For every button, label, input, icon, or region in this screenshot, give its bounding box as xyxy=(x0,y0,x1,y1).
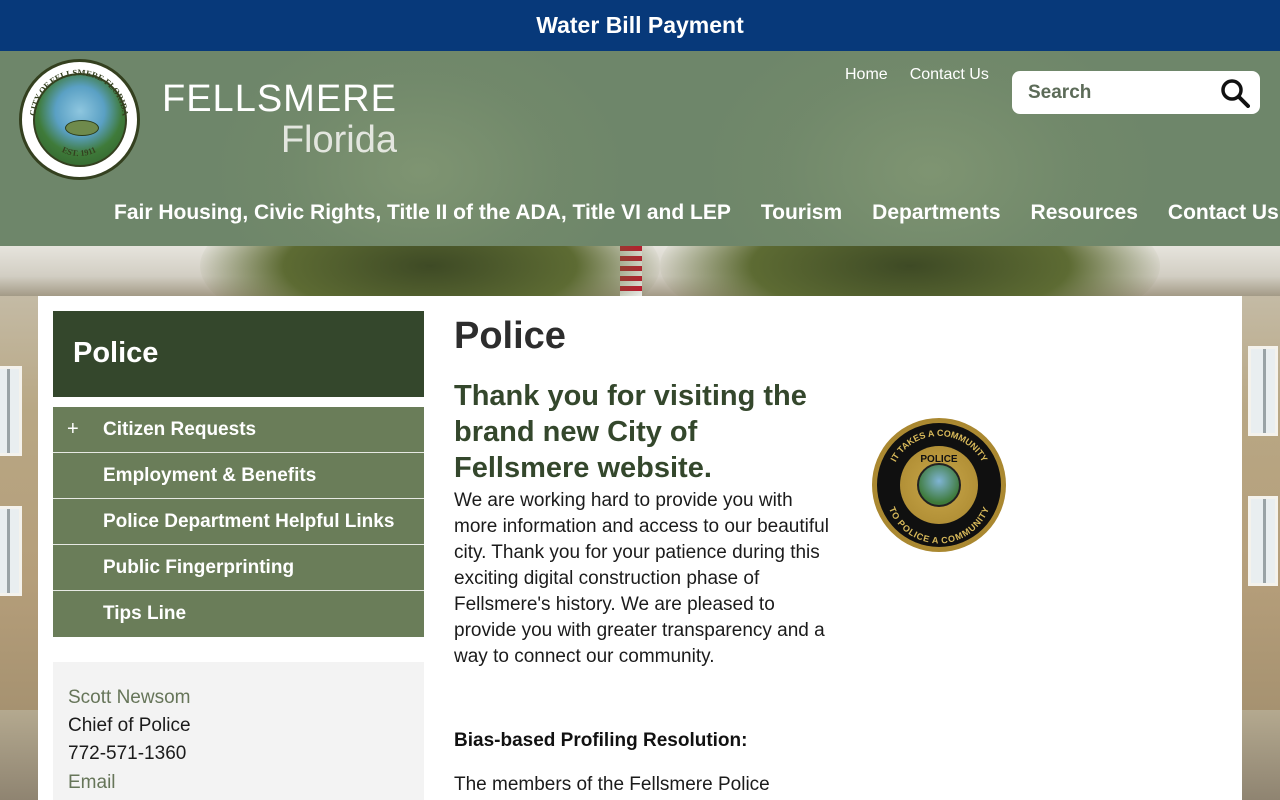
sidebar-item-employment-benefits[interactable]: Employment & Benefits xyxy=(53,453,424,499)
sidebar-heading: Police xyxy=(53,311,424,397)
search-icon[interactable] xyxy=(1220,78,1250,108)
nav-item-fair-housing[interactable]: Fair Housing, Civic Rights, Title II of … xyxy=(114,201,731,225)
nav-item-resources[interactable]: Resources xyxy=(1031,201,1138,225)
building-window xyxy=(0,366,22,456)
bias-paragraph: The members of the Fellsmere Police xyxy=(454,774,770,795)
seal-est-text: EST. 1911 xyxy=(61,144,98,158)
svg-text:TO POLICE A COMMUNITY: TO POLICE A COMMUNITY xyxy=(887,505,991,545)
top-bar: Water Bill Payment xyxy=(0,0,1280,51)
site-title[interactable]: FELLSMERE Florida xyxy=(162,78,397,160)
seal-text: CITY OF FELLSMERE FLORIDA xyxy=(27,67,130,117)
sidebar-item-label: Employment & Benefits xyxy=(103,464,317,486)
utility-link-contact-us[interactable]: Contact Us xyxy=(910,66,989,84)
sidebar-item-citizen-requests[interactable]: + Citizen Requests xyxy=(53,407,424,453)
sidebar-item-label: Citizen Requests xyxy=(103,418,257,440)
main-nav: Fair Housing, Civic Rights, Title II of … xyxy=(114,201,1279,225)
building-window xyxy=(0,506,22,596)
contact-email-link[interactable]: Email xyxy=(68,768,409,798)
utility-nav: Home Contact Us xyxy=(845,66,989,84)
city-seal-logo[interactable]: CITY OF FELLSMERE FLORIDA EST. 1911 xyxy=(19,59,140,180)
site-title-line2: Florida xyxy=(280,119,397,161)
sidebar-item-helpful-links[interactable]: Police Department Helpful Links xyxy=(53,499,424,545)
water-bill-payment-link[interactable]: Water Bill Payment xyxy=(536,12,743,39)
utility-link-home[interactable]: Home xyxy=(845,66,888,84)
badge-bottom-text: TO POLICE A COMMUNITY xyxy=(887,505,991,545)
search-input[interactable] xyxy=(1028,81,1208,104)
building-window xyxy=(1248,496,1278,586)
contact-phone: 772-571-1360 xyxy=(68,743,187,764)
sidebar-item-label: Public Fingerprinting xyxy=(103,556,295,578)
intro-paragraph: We are working hard to provide you with … xyxy=(454,490,829,667)
seal-ring-text: CITY OF FELLSMERE FLORIDA EST. 1911 xyxy=(27,67,130,158)
bias-heading: Bias-based Profiling Resolution: xyxy=(454,730,748,751)
nav-item-contact-us[interactable]: Contact Us xyxy=(1168,201,1279,225)
expand-plus-icon[interactable]: + xyxy=(67,418,79,441)
site-header: CITY OF FELLSMERE FLORIDA EST. 1911 FELL… xyxy=(0,51,1280,246)
building-window xyxy=(1248,346,1278,436)
nav-item-departments[interactable]: Departments xyxy=(872,201,1000,225)
sidebar-menu: + Citizen Requests Employment & Benefits… xyxy=(53,407,424,637)
badge-ring-text: IT TAKES A COMMUNITY TO POLICE A COMMUNI… xyxy=(887,428,991,546)
contact-box: Scott Newsom Chief of Police 772-571-136… xyxy=(53,662,424,800)
svg-text:CITY OF FELLSMERE FLORIDA: CITY OF FELLSMERE FLORIDA xyxy=(27,67,130,117)
content-card: Police + Citizen Requests Employment & B… xyxy=(38,296,1242,800)
welcome-heading: Thank you for visiting the brand new Cit… xyxy=(454,380,807,484)
sidebar-item-label: Police Department Helpful Links xyxy=(103,510,395,532)
contact-title: Chief of Police xyxy=(68,715,191,736)
sidebar-item-label: Tips Line xyxy=(103,603,187,624)
sidebar-item-public-fingerprinting[interactable]: Public Fingerprinting xyxy=(53,545,424,591)
page-title: Police xyxy=(454,315,566,357)
nav-item-tourism[interactable]: Tourism xyxy=(761,201,842,225)
site-title-line1: FELLSMERE xyxy=(162,78,397,120)
search-box xyxy=(1012,71,1260,114)
svg-text:EST. 1911: EST. 1911 xyxy=(61,144,98,158)
badge-center-text: POLICE xyxy=(920,454,958,465)
contact-name: Scott Newsom xyxy=(68,687,191,708)
police-badge-logo: IT TAKES A COMMUNITY TO POLICE A COMMUNI… xyxy=(872,418,1006,552)
sidebar-item-tips-line[interactable]: Tips Line xyxy=(53,591,424,637)
main-content: Police Thank you for visiting the brand … xyxy=(454,314,834,798)
